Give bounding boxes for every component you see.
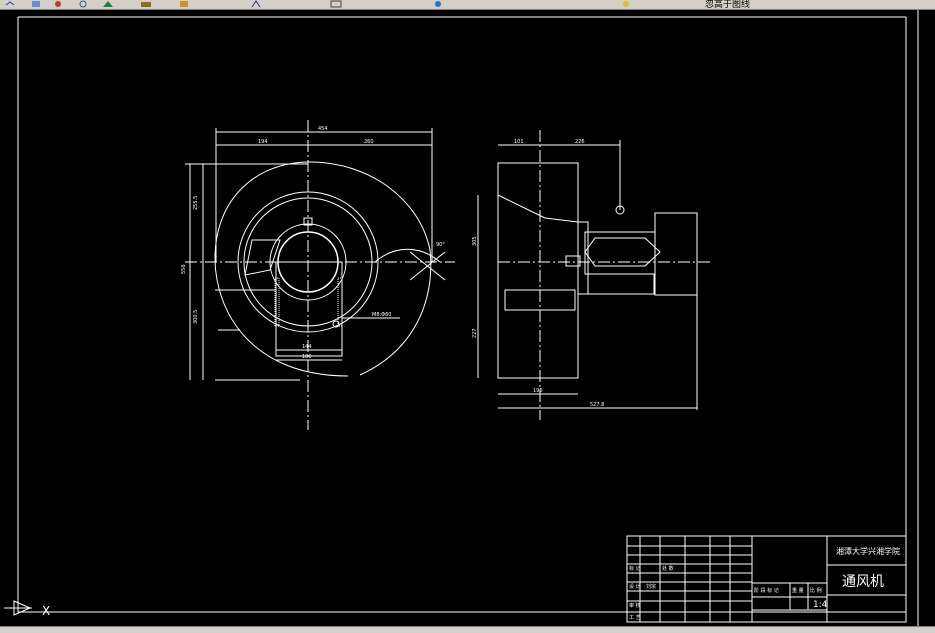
dim-bottom-total: 527.8: [590, 402, 604, 408]
redo-icon[interactable]: [30, 0, 42, 8]
stage-label: 阶 段 标 记: [754, 587, 779, 594]
dim-right-width: 260: [364, 139, 374, 145]
ucs-icon: [4, 600, 32, 616]
dim-bolt-spec: M8:Φ60: [372, 312, 391, 318]
fan-front-view: [185, 120, 455, 430]
marks-label: 标 记: [629, 565, 641, 572]
drawing-frame: [17, 10, 919, 626]
side-view-dimension-labels: 101 226 305 227 196 527.8: [472, 139, 604, 408]
dim-total-height: 556: [181, 264, 187, 274]
designer-label: 设 计: [629, 583, 641, 590]
dim-left-width: 194: [258, 139, 268, 145]
designer-name: 刘宗: [646, 583, 656, 590]
pan-icon[interactable]: [52, 0, 64, 8]
dim-bottom-left: 196: [533, 388, 543, 394]
undo-icon[interactable]: [4, 0, 16, 8]
weight-label: 重 量: [792, 587, 804, 594]
zoom-icon[interactable]: [78, 0, 90, 8]
dim-vertical-lower: 227: [472, 328, 478, 338]
help-icon[interactable]: [432, 0, 444, 8]
school-name: 湘潭大学兴湘学院: [836, 546, 900, 556]
layer-dropdown-icon[interactable]: [620, 0, 632, 8]
front-view-dimension-labels: 454 194 260 255.5 556 300.5 144 186 M8:Φ…: [181, 126, 445, 360]
dim-top-right: 226: [575, 139, 585, 145]
dim-angle: 90°: [436, 242, 445, 248]
dim-overall-width: 454: [318, 126, 328, 132]
dim-inlet-outer: 186: [302, 354, 312, 360]
layer-label[interactable]: 忽高于图线: [705, 0, 750, 9]
cad-toolbar: 忽高于图线: [0, 0, 935, 10]
drawing-scale: 1:4: [813, 600, 828, 610]
scale-label: 比 例: [810, 587, 822, 594]
review-label: 审 核: [629, 602, 641, 609]
process-label: 工 艺: [629, 615, 641, 621]
match-properties-icon[interactable]: [102, 0, 114, 8]
text-style-icon[interactable]: [250, 0, 262, 8]
layer-icon[interactable]: [140, 0, 152, 8]
drawing-name: 通风机: [842, 574, 884, 590]
ucs-x-axis-label: X: [42, 604, 50, 618]
drawing-canvas[interactable]: 454 194 260 255.5 556 300.5 144 186 M8:Φ…: [0, 10, 935, 626]
dim-top-left: 101: [514, 139, 524, 145]
dim-lower-height: 300.5: [193, 310, 199, 324]
dim-inlet-inner: 144: [302, 344, 312, 350]
table-icon[interactable]: [330, 0, 342, 8]
dim-vertical-upper: 305: [472, 236, 478, 246]
dim-upper-height: 255.5: [193, 196, 199, 210]
count-label: 处 数: [662, 565, 674, 572]
properties-icon[interactable]: [178, 0, 190, 8]
fan-side-view: [477, 130, 710, 420]
